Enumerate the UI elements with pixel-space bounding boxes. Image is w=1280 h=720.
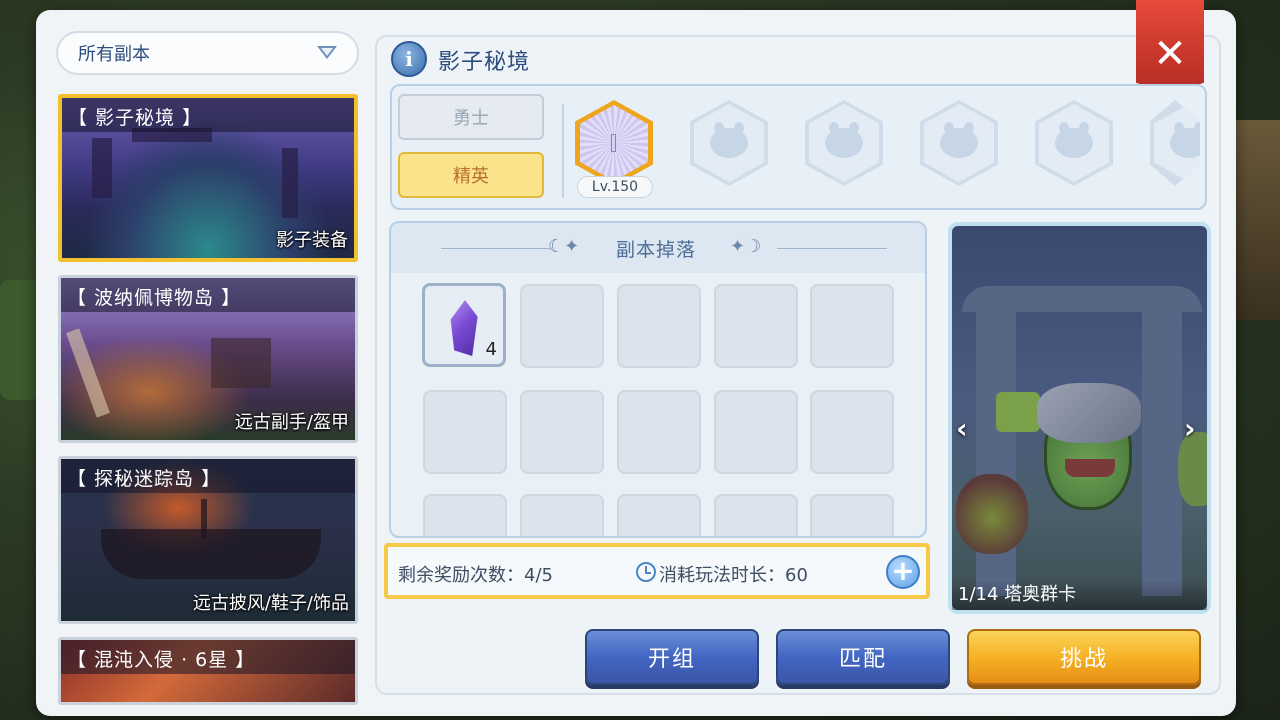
dungeon-card-reward: 影子装备: [276, 230, 348, 251]
dungeon-card-chaos-invasion[interactable]: 【 混沌入侵 · 6星 】: [58, 637, 358, 705]
monster-silhouette-icon: [1055, 122, 1093, 158]
chevron-down-icon: [317, 46, 337, 59]
dungeon-card-mystery-island[interactable]: 【 探秘迷踪岛 】 远古披风/鞋子/饰品: [58, 456, 358, 624]
difficulty-elite-button[interactable]: 精英: [398, 152, 544, 198]
background-wall: [1234, 120, 1280, 320]
clock-icon: [636, 562, 656, 582]
purple-crystal-icon: [450, 300, 478, 356]
drop-slot-empty: [423, 494, 507, 536]
drop-slot-empty: [810, 494, 894, 536]
divider: [441, 248, 551, 249]
drop-panel: [389, 221, 927, 538]
play-time-cost-text: 消耗玩法时长：60: [659, 565, 808, 586]
dungeon-card-reward: 远古披风/鞋子/饰品: [192, 593, 349, 614]
dungeon-card-title: 【 探秘迷踪岛 】: [61, 459, 355, 493]
dropdown-label: 所有副本: [78, 44, 150, 65]
drop-slot-empty: [520, 494, 604, 536]
drop-slot-empty: [617, 390, 701, 474]
drop-slot[interactable]: 4: [422, 283, 506, 367]
drop-title: 副本掉落: [616, 239, 697, 261]
boss-caption: 1/14 塔奥群卡: [952, 580, 1207, 610]
drop-slot-empty: [810, 284, 894, 368]
next-boss-arrow-icon[interactable]: ›: [1184, 412, 1196, 445]
close-icon[interactable]: ✕: [1144, 28, 1196, 80]
dungeon-card-ponape-museum[interactable]: 【 波纳佩博物岛 】 远古副手/盔甲: [58, 275, 358, 443]
bar-icon: [611, 134, 616, 152]
difficulty-warrior-button[interactable]: 勇士: [398, 94, 544, 140]
drop-slot-empty: [617, 494, 701, 536]
drop-slot-empty: [714, 284, 798, 368]
dungeon-title: 影子秘境: [438, 50, 531, 75]
drop-slot-empty: [520, 284, 604, 368]
dungeon-card-title: 【 波纳佩博物岛 】: [61, 278, 355, 312]
info-icon[interactable]: i: [391, 41, 427, 77]
dungeon-card-title: 【 混沌入侵 · 6星 】: [61, 640, 355, 674]
crescent-moon-icon: ☾✦: [548, 236, 580, 257]
monster-silhouette-icon: [940, 122, 978, 158]
dungeon-card-title: 【 影子秘境 】: [62, 98, 354, 132]
matchmaking-button[interactable]: 匹配: [776, 629, 950, 685]
boss-portrait: [1037, 383, 1141, 510]
boss-minion: [996, 392, 1040, 432]
monster-silhouette-icon: [825, 122, 863, 158]
background-foliage: [0, 280, 40, 400]
drop-count: 4: [485, 339, 497, 360]
dungeon-filter-dropdown[interactable]: 所有副本: [56, 31, 359, 75]
add-time-button[interactable]: +: [886, 555, 920, 589]
dungeon-card-reward: 远古副手/盔甲: [234, 412, 349, 433]
crescent-moon-icon: ✦☽: [730, 236, 762, 257]
boss-name: 塔奥群卡: [1004, 584, 1077, 605]
drop-slot-empty: [714, 390, 798, 474]
divider: [562, 104, 564, 198]
stage-level-badge: Lv.150: [577, 176, 653, 198]
dungeon-card-shadow-realm[interactable]: 【 影子秘境 】 影子装备: [58, 94, 358, 262]
prev-boss-arrow-icon[interactable]: ‹: [956, 412, 968, 445]
boss-preview-card: [948, 222, 1211, 614]
challenge-button[interactable]: 挑战: [967, 629, 1201, 685]
drop-slot-empty: [520, 390, 604, 474]
boss-minion: [956, 474, 1028, 554]
form-team-button[interactable]: 开组: [585, 629, 759, 685]
divider: [777, 248, 887, 249]
drop-slot-empty: [423, 390, 507, 474]
drop-slot-empty: [617, 284, 701, 368]
remaining-rewards-text: 剩余奖励次数：4/5: [398, 565, 553, 586]
drop-slot-empty: [714, 494, 798, 536]
monster-silhouette-icon: [710, 122, 748, 158]
boss-counter: 1/14: [958, 584, 999, 605]
drop-slot-empty: [810, 390, 894, 474]
